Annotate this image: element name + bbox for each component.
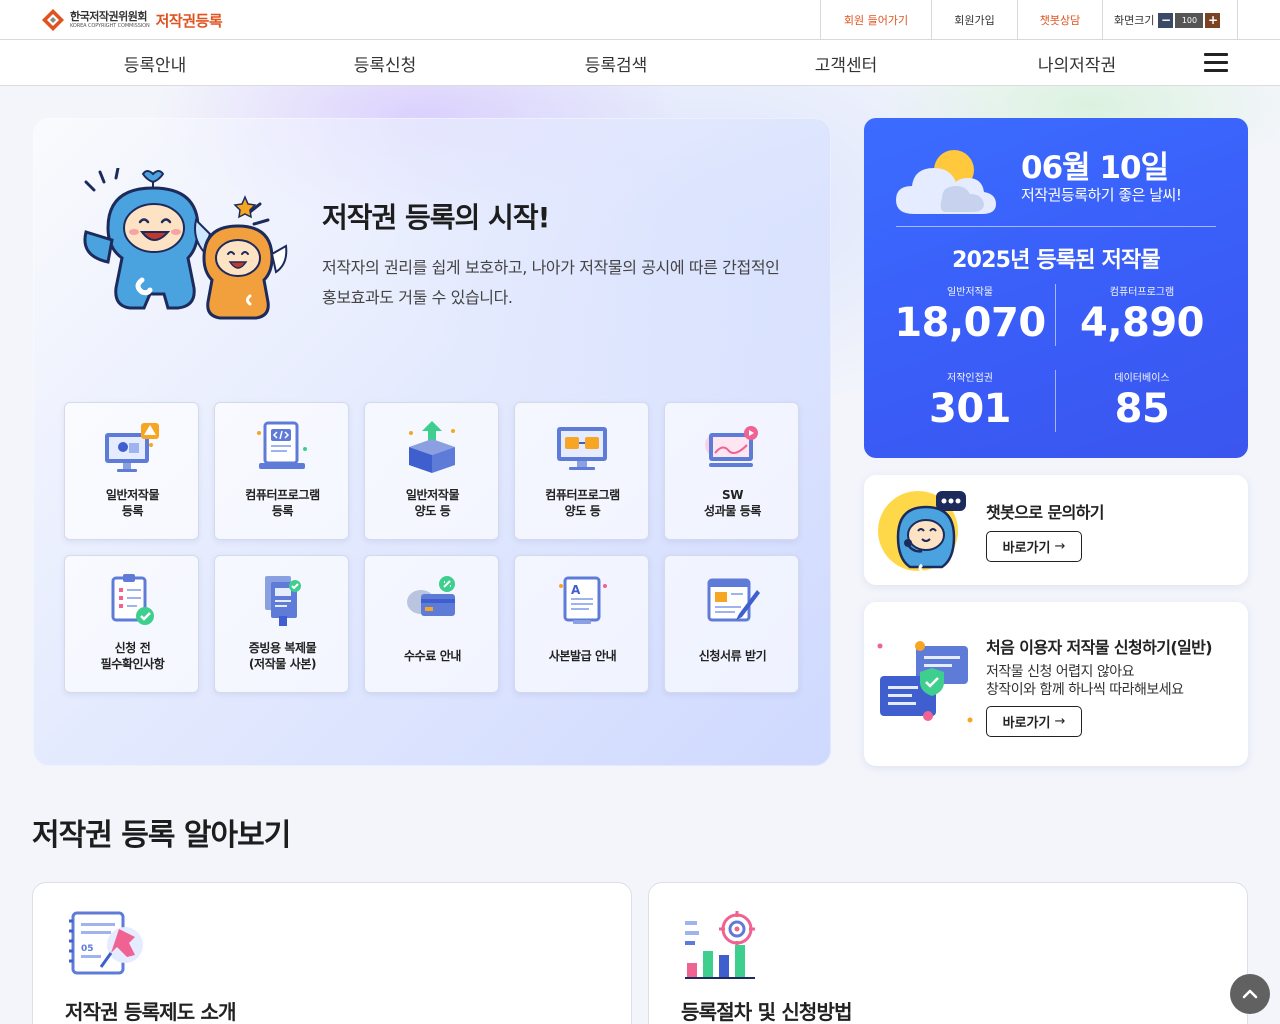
service-card-evidence-copy[interactable]: 증빙용 복제물 (저작물 사본) — [214, 555, 349, 693]
service-card-general-registration[interactable]: 일반저작물 등록 — [64, 402, 199, 540]
document-copy-icon — [265, 576, 301, 626]
info-card-title: 저작권 등록제도 소개 — [65, 1000, 237, 1024]
money-card-icon — [407, 576, 455, 616]
code-document-icon — [257, 421, 307, 469]
nav-item-registration-apply[interactable]: 등록신청 — [305, 40, 465, 86]
service-label: 수수료 안내 — [404, 649, 461, 663]
mascot-characters-icon — [83, 168, 288, 320]
logo-icon — [42, 9, 64, 31]
chatbot-title: 챗봇으로 문의하기 — [986, 503, 1105, 522]
service-label: 일반저작물 양도 등 — [405, 488, 460, 518]
svg-text:05: 05 — [81, 944, 94, 954]
stat-neighboring-rights: 저작인접권 301 — [874, 369, 1066, 432]
login-link[interactable]: 회원 들어가기 — [820, 0, 931, 40]
scroll-to-top-button[interactable] — [1230, 974, 1270, 1014]
top-utility-bar: 한국저작권위원회 KOREA COPYRIGHT COMMISSION 저작권등… — [0, 0, 1280, 40]
service-label: 신청 전 필수확인사항 — [100, 641, 165, 671]
chevron-up-icon — [1242, 989, 1258, 999]
main-navigation: 등록안내 등록신청 등록검색 고객센터 나의저작권 — [0, 40, 1280, 86]
zoom-value: 100 — [1175, 12, 1204, 28]
service-label: 신청서류 받기 — [698, 649, 767, 663]
logo-service-name: 저작권등록 — [155, 11, 223, 30]
join-link[interactable]: 회원가입 — [931, 0, 1017, 40]
service-card-program-transfer[interactable]: 컴퓨터프로그램 양도 등 — [514, 402, 649, 540]
svg-text:A: A — [571, 583, 581, 597]
stats-title: 2025년 등록된 저작물 — [952, 248, 1161, 273]
service-label: 컴퓨터프로그램 양도 등 — [545, 488, 620, 518]
chatbot-go-button[interactable]: 바로가기 → — [986, 531, 1082, 562]
first-user-go-button[interactable]: 바로가기 → — [986, 706, 1082, 737]
zoom-out-button[interactable]: − — [1158, 12, 1174, 28]
zoom-label: 화면크기 — [1114, 14, 1155, 27]
service-label: 컴퓨터프로그램 등록 — [245, 488, 320, 518]
stat-computer-programs: 컴퓨터프로그램 4,890 — [1046, 283, 1238, 346]
first-user-desc-1: 저작물 신청 어렵지 않아요 — [986, 664, 1135, 680]
sun-cloud-icon — [896, 150, 996, 214]
utility-links: 회원 들어가기 회원가입 챗봇상담 화면크기 − 100 + — [820, 0, 1238, 40]
zoom-in-button[interactable]: + — [1205, 12, 1221, 28]
logo-org-name-en: KOREA COPYRIGHT COMMISSION — [70, 23, 150, 29]
stat-value: 4,890 — [1079, 300, 1205, 346]
registration-stats-card: 06월 10일 저작권등록하기 좋은 날씨! 2025년 등록된 저작물 일반저… — [864, 118, 1248, 458]
nav-item-registration-search[interactable]: 등록검색 — [536, 40, 696, 86]
nav-item-customer-center[interactable]: 고객센터 — [766, 40, 926, 86]
service-label: 일반저작물 등록 — [105, 488, 160, 518]
nav-item-my-copyright[interactable]: 나의저작권 — [997, 40, 1157, 86]
menu-icon[interactable] — [1204, 53, 1228, 73]
service-label: 사본발급 안내 — [548, 649, 617, 663]
document-a-icon: A — [559, 576, 607, 624]
nav-item-registration-guide[interactable]: 등록안내 — [75, 40, 235, 86]
service-card-program-registration[interactable]: 컴퓨터프로그램 등록 — [214, 402, 349, 540]
stat-value: 301 — [929, 386, 1012, 432]
section-title: 저작권 등록 알아보기 — [32, 818, 291, 853]
stat-value: 85 — [1114, 386, 1170, 432]
first-user-card[interactable]: 처음 이용자 저작물 신청하기(일반) 저작물 신청 어렵지 않아요 창작이와 … — [864, 602, 1248, 766]
chart-target-icon — [685, 911, 755, 979]
monitor-brush-icon — [105, 423, 159, 472]
clipboard-check-icon — [111, 574, 154, 625]
info-card-title: 등록절차 및 신청방법 — [681, 1000, 853, 1024]
today-date: 06월 10일 — [1021, 150, 1169, 186]
first-user-title: 처음 이용자 저작물 신청하기(일반) — [986, 638, 1213, 657]
stat-database: 데이터베이스 85 — [1046, 369, 1238, 432]
info-card-procedure[interactable]: 등록절차 및 신청방법 — [648, 882, 1248, 1024]
chatbot-mascot-icon — [878, 491, 966, 573]
service-card-download-forms[interactable]: 신청서류 받기 — [664, 555, 799, 693]
chatbot-link[interactable]: 챗봇상담 — [1017, 0, 1102, 40]
stat-value: 18,070 — [894, 300, 1046, 346]
service-card-copy-issuance[interactable]: A 사본발급 안내 — [514, 555, 649, 693]
zoom-control: 화면크기 − 100 + — [1102, 0, 1238, 40]
divider — [896, 226, 1216, 227]
hero-description: 저작자의 권리를 쉽게 보호하고, 나아가 저작물의 공시에 따른 간접적인 홍… — [322, 258, 780, 307]
service-card-fee-info[interactable]: 수수료 안내 — [364, 555, 499, 693]
arrow-right-icon: → — [1054, 539, 1066, 554]
stat-general-works: 일반저작물 18,070 — [874, 283, 1066, 346]
info-card-registration-system[interactable]: 05 저작권 등록제도 소개 — [32, 882, 632, 1024]
service-label: SW 성과물 등록 — [704, 488, 761, 518]
arrow-right-icon: → — [1054, 714, 1066, 729]
monitor-folders-icon — [557, 427, 607, 470]
service-label: 증빙용 복제물 (저작물 사본) — [248, 641, 317, 671]
weather-text: 저작권등록하기 좋은 날씨! — [1021, 186, 1182, 204]
service-card-general-transfer[interactable]: 일반저작물 양도 등 — [364, 402, 499, 540]
site-logo[interactable]: 한국저작권위원회 KOREA COPYRIGHT COMMISSION 저작권등… — [40, 7, 223, 33]
hero-title: 저작권 등록의 시작! — [322, 201, 550, 234]
monitor-play-icon — [705, 426, 758, 467]
first-user-desc-2: 창작이와 함께 하나씩 따라해보세요 — [986, 682, 1184, 698]
chat-check-icon — [877, 641, 973, 723]
notebook-pin-icon: 05 — [69, 911, 143, 975]
service-card-sw-output[interactable]: SW 성과물 등록 — [664, 402, 799, 540]
chatbot-card[interactable]: 챗봇으로 문의하기 바로가기 → — [864, 475, 1248, 585]
form-pencil-icon — [707, 578, 760, 622]
box-upload-icon — [409, 421, 455, 473]
service-card-pre-check[interactable]: 신청 전 필수확인사항 — [64, 555, 199, 693]
logo-org-name: 한국저작권위원회 — [70, 10, 147, 23]
